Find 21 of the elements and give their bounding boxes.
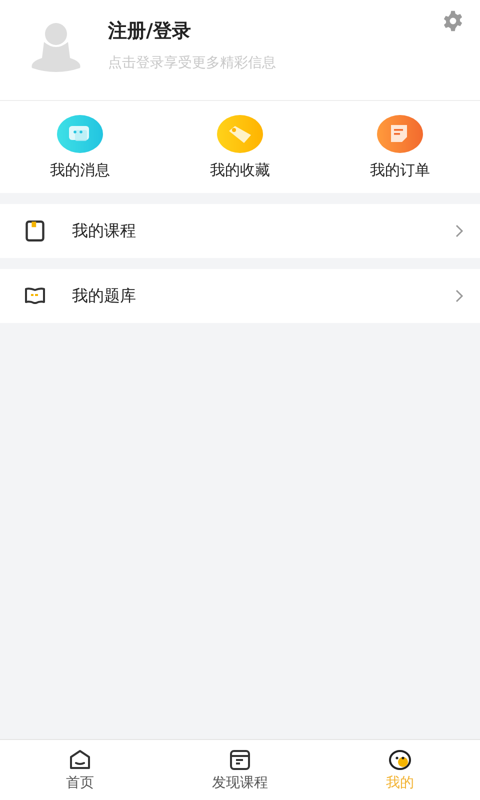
tab-bar-item[interactable]: 发现课程 <box>160 740 320 800</box>
menu-row[interactable]: 我的题库 <box>0 269 480 323</box>
box-icon <box>228 748 252 772</box>
smiley-icon <box>388 748 412 772</box>
open-book-icon <box>24 285 46 307</box>
chat-bubble-icon <box>57 114 103 152</box>
shortcut-button[interactable]: 我的消息 <box>20 114 140 180</box>
shortcut-button[interactable]: 我的收藏 <box>180 114 300 180</box>
notebook-icon <box>24 220 46 242</box>
home-icon <box>68 748 92 772</box>
tab-bar-item[interactable]: 首页 <box>0 740 160 800</box>
login-title[interactable]: 注册/登录 <box>108 18 416 44</box>
tag-icon <box>217 114 263 152</box>
chevron-right-icon <box>455 289 464 303</box>
note-icon <box>377 114 423 152</box>
menu-label: 我的课程 <box>72 220 137 242</box>
shortcut-button[interactable]: 我的订单 <box>340 114 460 180</box>
menu-label: 我的题库 <box>72 286 137 306</box>
settings-icon[interactable] <box>442 10 464 32</box>
menu-row[interactable]: 我的课程 <box>0 204 480 258</box>
chevron-right-icon <box>455 224 464 238</box>
